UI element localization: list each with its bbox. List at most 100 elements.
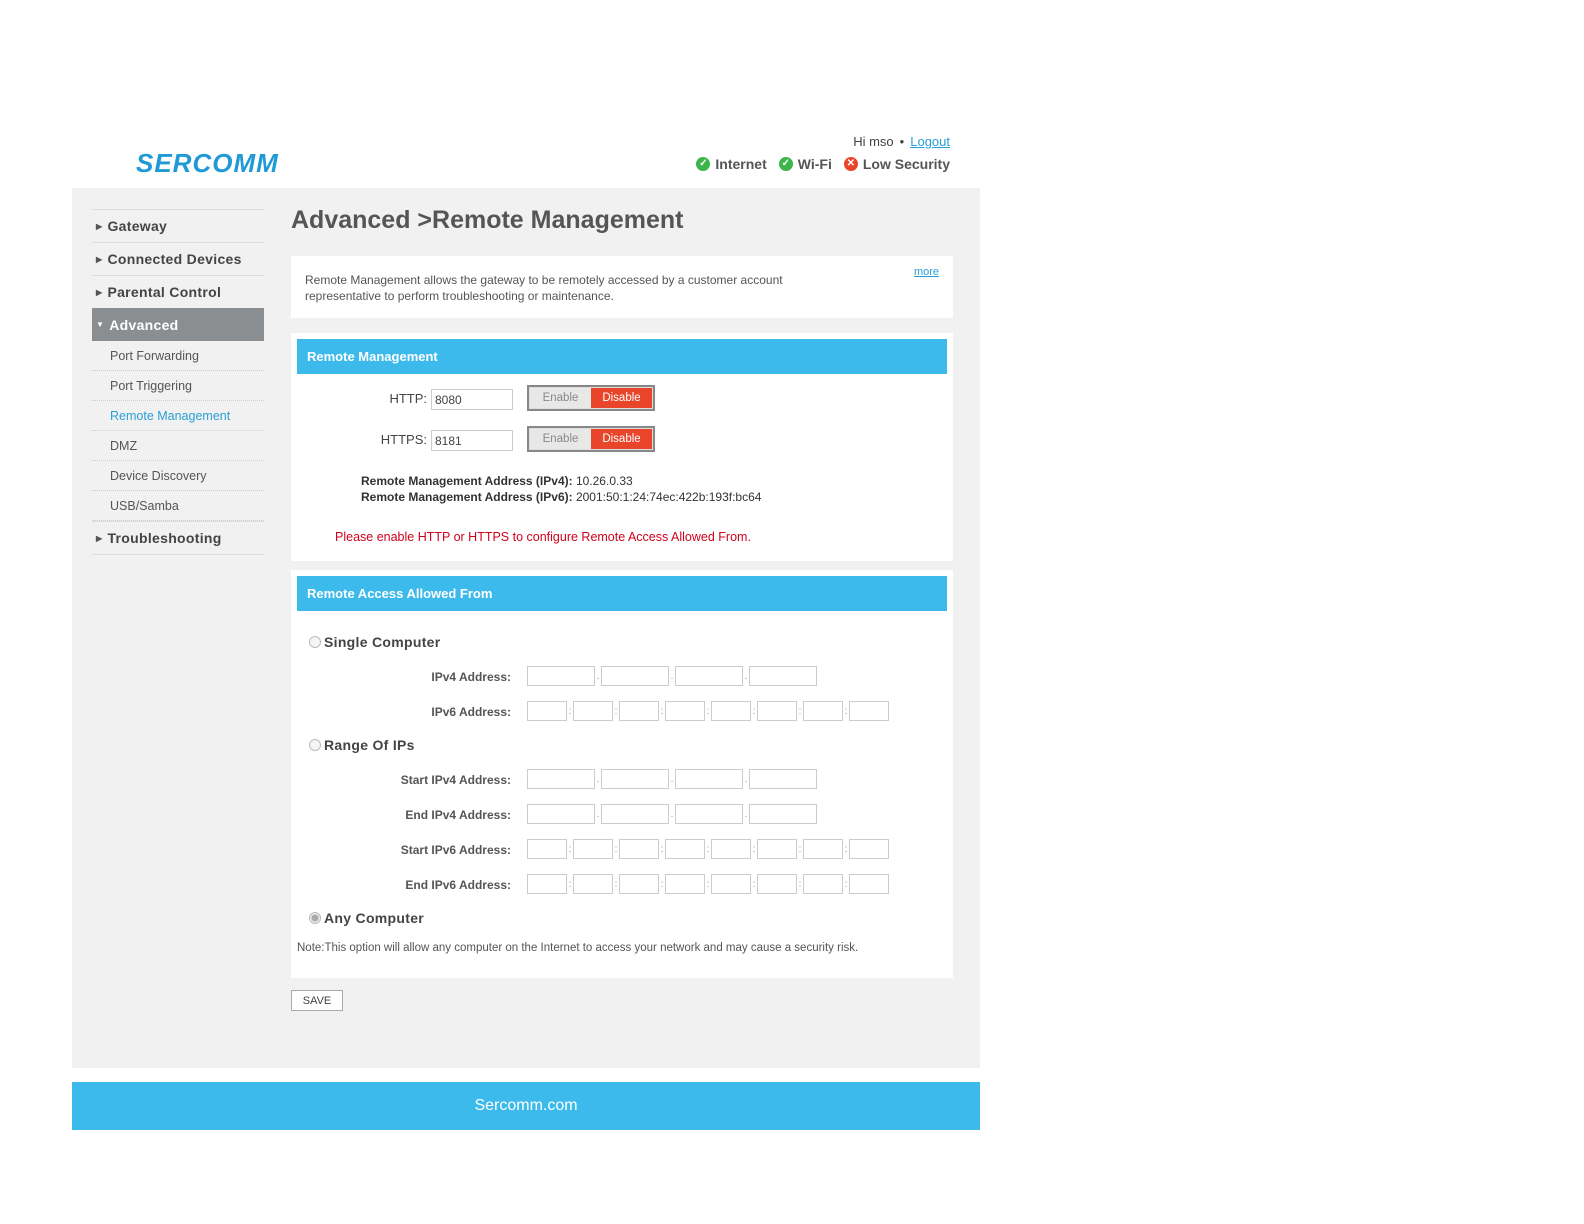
ipv6-segment-input[interactable]	[527, 839, 567, 859]
sidebar-subitem-port-triggering[interactable]: Port Triggering	[92, 371, 264, 401]
ipv6-segment-input[interactable]	[757, 839, 797, 859]
status-security: ✕ Low Security	[843, 156, 950, 172]
chevron-right-icon: ▶	[96, 533, 103, 543]
ipv4-octet-input[interactable]	[675, 804, 743, 824]
ipv6-segment-input[interactable]	[849, 839, 889, 859]
range-of-ips-option[interactable]: Range Of IPs	[309, 737, 415, 753]
ipv6-segment-input[interactable]	[757, 701, 797, 721]
end-ipv4-field-label: End IPv4 Address:	[405, 808, 511, 822]
remote-management-heading: Remote Management	[297, 339, 947, 374]
start-ipv6-field-label: Start IPv6 Address:	[400, 843, 511, 857]
warning-message: Please enable HTTP or HTTPS to configure…	[335, 530, 751, 544]
https-label: HTTPS:	[380, 432, 427, 447]
ipv6-segment-input[interactable]	[711, 874, 751, 894]
sidebar-subitem-port-forwarding[interactable]: Port Forwarding	[92, 341, 264, 371]
ipv4-octet-input[interactable]	[749, 666, 817, 686]
any-computer-option[interactable]: Any Computer	[309, 910, 424, 926]
ipv4-address-value: 10.26.0.33	[575, 474, 633, 488]
footer: Sercomm.com	[72, 1082, 980, 1130]
ipv6-segment-input[interactable]	[711, 839, 751, 859]
ipv6-segment-input[interactable]	[849, 874, 889, 894]
svg-text:SERCOMM: SERCOMM	[136, 150, 279, 176]
ipv4-octet-input[interactable]	[527, 666, 595, 686]
ipv6-segment-input[interactable]	[527, 701, 567, 721]
sidebar-subitem-usb-samba[interactable]: USB/Samba	[92, 491, 264, 521]
x-circle-icon: ✕	[843, 157, 858, 171]
https-toggle: Enable Disable	[527, 426, 655, 452]
sercomm-logo: SERCOMM	[136, 150, 280, 176]
sidebar-subitem-dmz[interactable]: DMZ	[92, 431, 264, 461]
ipv6-segment-input[interactable]	[803, 874, 843, 894]
ipv6-address-value: 2001:50:1:24:74ec:422b:193f:bc64	[575, 490, 762, 504]
end-ipv6-input-group: :::::::	[527, 874, 889, 894]
ipv6-segment-input[interactable]	[619, 701, 659, 721]
user-line: Hi mso • Logout	[853, 134, 950, 149]
https-enable-button[interactable]: Enable	[530, 429, 591, 449]
more-link[interactable]: more	[914, 266, 939, 278]
range-of-ips-radio[interactable]	[309, 739, 321, 751]
single-ipv4-input-group: ...	[527, 666, 817, 686]
end-ipv4-input-group: ...	[527, 804, 817, 824]
ipv4-octet-input[interactable]	[601, 666, 669, 686]
ipv4-octet-input[interactable]	[675, 666, 743, 686]
ipv4-octet-input[interactable]	[749, 769, 817, 789]
http-port-input[interactable]	[431, 389, 513, 410]
sidebar: ▶ Gateway ▶ Connected Devices ▶ Parental Co…	[92, 209, 264, 555]
ipv6-segment-input[interactable]	[573, 839, 613, 859]
save-button[interactable]: SAVE	[291, 990, 343, 1011]
sidebar-item-advanced[interactable]: ▼ Advanced	[92, 308, 264, 341]
ipv6-segment-input[interactable]	[803, 701, 843, 721]
ipv4-octet-input[interactable]	[601, 769, 669, 789]
ipv4-address-line: Remote Management Address (IPv4): 10.26.…	[361, 474, 633, 488]
chevron-right-icon: ▶	[96, 254, 103, 264]
ipv6-segment-input[interactable]	[849, 701, 889, 721]
ipv6-segment-input[interactable]	[665, 874, 705, 894]
check-circle-icon: ✓	[778, 157, 793, 171]
ipv6-segment-input[interactable]	[573, 874, 613, 894]
https-disable-button[interactable]: Disable	[591, 429, 652, 449]
status-bar: ✓ Internet ✓ Wi-Fi ✕ Low Security	[696, 156, 950, 172]
ipv4-octet-input[interactable]	[675, 769, 743, 789]
remote-access-heading: Remote Access Allowed From	[297, 576, 947, 611]
ipv6-segment-input[interactable]	[665, 701, 705, 721]
ipv4-octet-input[interactable]	[527, 804, 595, 824]
any-computer-radio[interactable]	[309, 912, 321, 924]
chevron-right-icon: ▶	[96, 287, 103, 297]
footer-link[interactable]: Sercomm.com	[474, 1097, 577, 1115]
logout-link[interactable]: Logout	[910, 134, 950, 149]
ipv4-octet-input[interactable]	[601, 804, 669, 824]
ipv4-address-field-label: IPv4 Address:	[431, 670, 511, 684]
sidebar-item-connected-devices[interactable]: ▶ Connected Devices	[92, 242, 264, 275]
ipv6-segment-input[interactable]	[803, 839, 843, 859]
sidebar-item-parental-control[interactable]: ▶ Parental Control	[92, 275, 264, 308]
sidebar-subitem-remote-management[interactable]: Remote Management	[92, 401, 264, 431]
https-port-input[interactable]	[431, 430, 513, 451]
chevron-down-icon: ▼	[96, 320, 105, 329]
sidebar-subitem-device-discovery[interactable]: Device Discovery	[92, 461, 264, 491]
info-box: Remote Management allows the gateway to …	[291, 256, 953, 318]
single-computer-option[interactable]: Single Computer	[309, 634, 441, 650]
sidebar-item-gateway[interactable]: ▶ Gateway	[92, 209, 264, 242]
sidebar-item-troubleshooting[interactable]: ▶ Troubleshooting	[92, 521, 264, 554]
single-ipv6-input-group: :::::::	[527, 701, 889, 721]
ipv4-octet-input[interactable]	[749, 804, 817, 824]
http-enable-button[interactable]: Enable	[530, 388, 591, 408]
http-toggle: Enable Disable	[527, 385, 655, 411]
ipv6-segment-input[interactable]	[619, 839, 659, 859]
ipv6-segment-input[interactable]	[665, 839, 705, 859]
chevron-right-icon: ▶	[96, 221, 103, 231]
ipv6-segment-input[interactable]	[573, 701, 613, 721]
ipv4-address-label: Remote Management Address (IPv4):	[361, 474, 573, 488]
ipv6-segment-input[interactable]	[527, 874, 567, 894]
http-disable-button[interactable]: Disable	[591, 388, 652, 408]
ipv6-segment-input[interactable]	[757, 874, 797, 894]
status-internet: ✓ Internet	[696, 156, 767, 172]
http-label: HTTP:	[389, 391, 427, 406]
start-ipv4-input-group: ...	[527, 769, 817, 789]
ipv6-segment-input[interactable]	[711, 701, 751, 721]
ipv4-octet-input[interactable]	[527, 769, 595, 789]
single-computer-radio[interactable]	[309, 636, 321, 648]
ipv6-segment-input[interactable]	[619, 874, 659, 894]
start-ipv4-field-label: Start IPv4 Address:	[400, 773, 511, 787]
greeting: Hi mso	[853, 134, 894, 149]
